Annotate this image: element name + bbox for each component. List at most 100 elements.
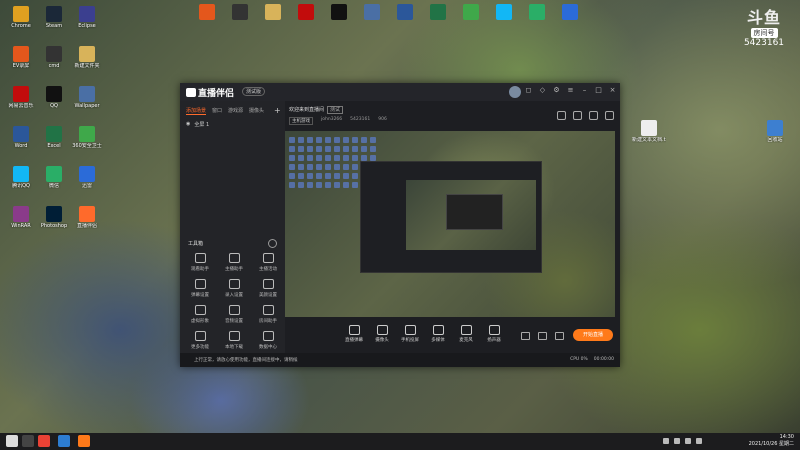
desktop-icon[interactable] [553, 2, 587, 42]
minimize-icon[interactable]: – [581, 87, 588, 94]
status-bar: 上行正常，请放心使用功能，直播间连接中，请稍候 CPU 0% 00:00:00 [180, 353, 620, 367]
bell-icon[interactable]: ◻ [525, 87, 532, 94]
taskbar-app[interactable] [58, 435, 70, 447]
desktop-icon[interactable]: 回收站 [758, 118, 792, 158]
desktop-icon[interactable]: Excel [37, 124, 71, 164]
tool-item[interactable]: 主播活动 [252, 253, 284, 275]
tool-item[interactable]: 录入设置 [218, 279, 250, 301]
settings-icon[interactable]: ⚙ [553, 87, 560, 94]
clock[interactable]: 14:30 2021/10/26 星期二 [749, 434, 794, 448]
scene-item[interactable]: ◉ 全屏 1 [180, 115, 285, 134]
scene-tab[interactable]: 添加场景 [186, 107, 207, 115]
control-button[interactable]: 摄像头 [369, 325, 395, 343]
desktop-icon[interactable]: WinRAR [4, 204, 38, 244]
scene-tab[interactable]: 摄像头 [249, 107, 264, 115]
desktop-icon[interactable]: cmd [37, 44, 71, 84]
tool-item[interactable]: 音频设置 [218, 305, 250, 327]
desktop-icon[interactable]: 新建文本文档.txt [632, 118, 666, 158]
desktop-icon[interactable] [289, 2, 323, 42]
room-header: 欢迎来到直播间 测试 主机游戏 john3266 5423161 906 [285, 101, 620, 131]
desktop-icon[interactable] [454, 2, 488, 42]
desktop-icon[interactable] [520, 2, 554, 42]
desktop-icon[interactable] [256, 2, 290, 42]
menu-icon[interactable]: ≡ [567, 87, 574, 94]
desktop-icon[interactable]: Photoshop [37, 204, 71, 244]
desktop-icon[interactable]: Steam [37, 4, 71, 44]
preview-icon [307, 164, 313, 170]
desktop-icon[interactable] [388, 2, 422, 42]
taskbar-app[interactable] [78, 435, 90, 447]
tool-item[interactable]: 美颜设置 [252, 279, 284, 301]
desktop-icon[interactable] [190, 2, 224, 42]
mail-icon[interactable] [557, 111, 566, 120]
welcome-badge[interactable]: 测试 [327, 106, 344, 114]
desktop-icon[interactable]: Word [4, 124, 38, 164]
desktop-icon[interactable] [421, 2, 455, 42]
maximize-icon[interactable]: □ [595, 87, 602, 94]
desktop-icon-label: 网易云音乐 [8, 103, 34, 109]
desktop-icon[interactable]: 腾讯QQ [4, 164, 38, 204]
gift-icon[interactable]: ◇ [539, 87, 546, 94]
desktop-icon-image [79, 166, 95, 182]
bell-icon[interactable] [589, 111, 598, 120]
desktop-icon-image [13, 206, 29, 222]
desktop-icon[interactable] [223, 2, 257, 42]
eye-icon[interactable]: ◉ [186, 121, 190, 128]
control-button[interactable]: 麦克风 [453, 325, 479, 343]
tool-item[interactable]: 虚拟形象 [184, 305, 216, 327]
desktop-icon[interactable]: 网易云音乐 [4, 84, 38, 124]
desktop-icon[interactable] [487, 2, 521, 42]
close-icon[interactable]: × [609, 87, 616, 94]
share-icon[interactable] [605, 111, 614, 120]
control-button[interactable]: 扬声器 [481, 325, 507, 343]
desktop-icon-image [46, 46, 62, 62]
network-icon[interactable] [663, 438, 669, 444]
record-icon[interactable] [521, 332, 530, 340]
link-icon[interactable] [573, 111, 582, 120]
tool-label: 音频设置 [225, 319, 243, 324]
desktop-icon[interactable]: 新建文件夹 [70, 44, 104, 84]
start-button[interactable] [6, 435, 18, 447]
desktop-icon[interactable]: Chrome [4, 4, 38, 44]
tools-settings-icon[interactable] [268, 239, 277, 248]
control-button[interactable]: 多媒体 [425, 325, 451, 343]
go-live-button[interactable]: 开始直播 [573, 329, 613, 341]
desktop-icon[interactable]: 360安全卫士 [70, 124, 104, 164]
add-scene-icon[interactable]: + [274, 106, 281, 115]
desktop-icon-image [79, 206, 95, 222]
gear-icon[interactable] [555, 332, 564, 340]
volume-icon[interactable] [674, 438, 680, 444]
tool-item[interactable]: 本地下载 [218, 331, 250, 353]
tool-item[interactable]: 主播助手 [218, 253, 250, 275]
tool-item[interactable]: 观看助手 [184, 253, 216, 275]
control-button[interactable]: 手机投屏 [397, 325, 423, 343]
tool-item[interactable]: 弹幕设置 [184, 279, 216, 301]
avatar[interactable] [509, 86, 521, 98]
control-button[interactable]: 直播弹幕 [341, 325, 367, 343]
desktop-icon[interactable]: QQ [37, 84, 71, 124]
desktop-icon[interactable] [322, 2, 356, 42]
ime-icon[interactable] [685, 438, 691, 444]
tool-item[interactable]: 房间助手 [252, 305, 284, 327]
desktop-icon[interactable]: 微信 [37, 164, 71, 204]
notification-icon[interactable] [696, 438, 702, 444]
preview-icon [334, 173, 340, 179]
desktop-icon[interactable]: Eclipse [70, 4, 104, 44]
search-icon[interactable] [22, 435, 34, 447]
desktop-icon[interactable]: 直播伴侣 [70, 204, 104, 244]
eye-icon[interactable] [538, 332, 547, 340]
app-logo-icon [186, 88, 196, 97]
scene-tab[interactable]: 游戏源 [228, 107, 243, 115]
taskbar-app[interactable] [38, 435, 50, 447]
tool-item[interactable]: 数据中心 [252, 331, 284, 353]
desktop-icon[interactable]: Wallpaper [70, 84, 104, 124]
desktop-icon[interactable] [355, 2, 389, 42]
desktop-icon[interactable]: EV录屏 [4, 44, 38, 84]
desktop-icon[interactable]: 迅雷 [70, 164, 104, 204]
scene-tab[interactable]: 窗口 [212, 107, 222, 115]
tool-item[interactable]: 更多功能 [184, 331, 216, 353]
category-badge[interactable]: 主机游戏 [289, 117, 313, 125]
desktop-icon-image [46, 206, 62, 222]
live-preview[interactable] [285, 131, 615, 317]
preview-icon [307, 146, 313, 152]
